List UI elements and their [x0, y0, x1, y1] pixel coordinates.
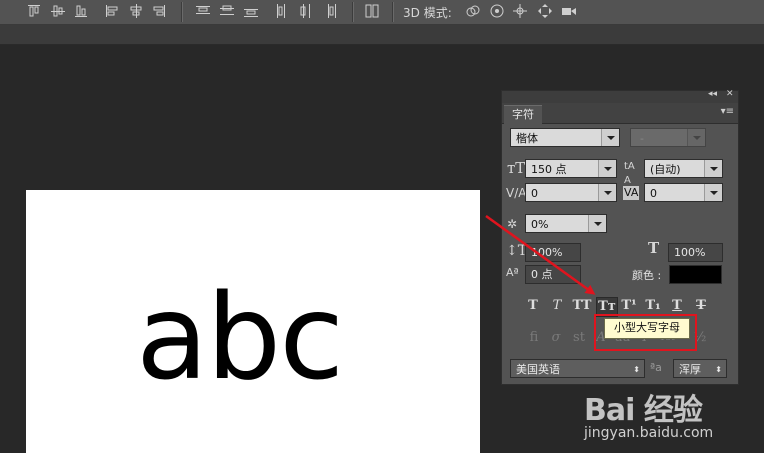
chevron-down-icon: [687, 129, 705, 146]
font-style-value: -: [640, 132, 644, 145]
font-family-select[interactable]: 楷体: [510, 128, 620, 147]
antialias-select[interactable]: 浑厚 ⬍: [673, 359, 727, 378]
kerning-value: 0: [531, 187, 538, 200]
leading-select[interactable]: (自动): [644, 159, 723, 178]
font-size-select[interactable]: 150 点: [525, 159, 617, 178]
chevron-down-icon: [598, 184, 616, 201]
kerning-select[interactable]: 0: [525, 183, 617, 202]
language-value: 美国英语: [516, 363, 560, 376]
standard-ligatures-button[interactable]: fi: [525, 329, 543, 347]
baseline-shift-icon: Aª: [506, 266, 519, 279]
3d-pan-icon[interactable]: [512, 3, 528, 19]
horizontal-scale-icon: T: [648, 239, 660, 257]
align-left-edges-icon[interactable]: [104, 3, 120, 19]
collapse-panel-icon[interactable]: ◂◂: [708, 89, 717, 99]
close-panel-icon[interactable]: ✕: [726, 89, 734, 99]
language-select[interactable]: 美国英语 ⬍: [510, 359, 645, 378]
align-right-edges-icon[interactable]: [151, 3, 167, 19]
subscript-button[interactable]: T₁: [643, 297, 663, 315]
distribute-bottom-edges-icon[interactable]: [243, 3, 259, 19]
font-size-icon: ᴛT: [507, 159, 526, 177]
align-top-edges-icon[interactable]: [26, 3, 42, 19]
toolbar-separator: [352, 2, 354, 22]
text-color-swatch[interactable]: [669, 265, 722, 284]
baidu-jingyan-watermark: Bai 经验 jingyan.baidu.com: [584, 385, 764, 453]
chevron-down-icon: [704, 160, 722, 177]
auto-align-layers-icon[interactable]: [364, 3, 380, 19]
antialias-value: 浑厚: [679, 363, 701, 376]
align-bottom-edges-icon[interactable]: [73, 3, 89, 19]
color-label: 颜色 :: [632, 269, 662, 282]
vertical-scale-icon: ↕T: [506, 243, 528, 259]
distribute-right-edges-icon[interactable]: [322, 3, 338, 19]
horizontal-scale-field[interactable]: 100%: [668, 243, 723, 262]
3d-roll-icon[interactable]: [489, 3, 505, 19]
chevron-updown-icon: ⬍: [715, 365, 722, 374]
document-canvas[interactable]: abc: [26, 190, 480, 453]
distribute-left-edges-icon[interactable]: [274, 3, 290, 19]
leading-icon: tA A: [624, 161, 635, 186]
strikethrough-button[interactable]: T: [691, 297, 711, 315]
discretionary-ligatures-button[interactable]: st: [570, 329, 588, 347]
faux-italic-button[interactable]: T: [547, 297, 567, 315]
watermark-logo: Bai 经验: [584, 393, 703, 428]
chevron-down-icon: [588, 215, 606, 232]
font-family-value: 楷体: [516, 132, 538, 145]
chevron-down-icon: [704, 184, 722, 201]
superscript-button[interactable]: T¹: [619, 297, 639, 315]
3d-mode-label: 3D 模式:: [403, 6, 452, 20]
distribute-top-edges-icon[interactable]: [195, 3, 211, 19]
faux-bold-button[interactable]: T: [523, 297, 543, 315]
chevron-updown-icon: ⬍: [633, 365, 640, 374]
align-horizontal-centers-icon[interactable]: [128, 3, 144, 19]
tsume-select[interactable]: 0%: [525, 214, 607, 233]
tsume-icon: ✲: [507, 217, 518, 231]
panel-tab-bar: 字符 ▾≡: [502, 103, 738, 124]
distribute-horizontal-centers-icon[interactable]: [298, 3, 314, 19]
3d-camera-icon[interactable]: [561, 3, 577, 19]
font-size-value: 150 点: [531, 163, 567, 176]
3d-orbit-icon[interactable]: [465, 3, 481, 19]
toolbar-separator: [392, 2, 394, 22]
baseline-shift-field[interactable]: 0 点: [525, 265, 581, 284]
tsume-value: 0%: [531, 218, 549, 231]
all-caps-button[interactable]: TT: [570, 297, 594, 315]
panel-menu-icon[interactable]: ▾≡: [721, 106, 734, 117]
contextual-alternates-button[interactable]: σ: [547, 329, 565, 347]
kerning-icon: V/A: [506, 186, 527, 200]
watermark-url: jingyan.baidu.com: [584, 425, 714, 441]
leading-value: (自动): [650, 163, 681, 176]
document-tab-strip: [0, 25, 764, 45]
font-style-select[interactable]: -: [630, 128, 706, 147]
chevron-down-icon: [598, 160, 616, 177]
options-bar: 3D 模式:: [0, 0, 764, 25]
antialias-icon: ªa: [650, 361, 662, 374]
tracking-value: 0: [650, 187, 657, 200]
chevron-down-icon: [601, 129, 619, 146]
panel-title-bar[interactable]: ◂◂ ✕: [502, 89, 738, 103]
3d-slide-icon[interactable]: [537, 3, 553, 19]
distribute-vertical-centers-icon[interactable]: [219, 3, 235, 19]
canvas-text-layer[interactable]: abc: [136, 278, 344, 396]
align-vertical-centers-icon[interactable]: [50, 3, 66, 19]
annotation-highlight-box: [594, 314, 697, 351]
tab-character[interactable]: 字符: [504, 105, 542, 124]
vertical-scale-field[interactable]: 100%: [525, 243, 581, 262]
tracking-select[interactable]: 0: [644, 183, 723, 202]
tracking-icon: VA: [623, 186, 640, 200]
toolbar-separator: [181, 2, 183, 22]
underline-button[interactable]: T: [667, 297, 687, 315]
